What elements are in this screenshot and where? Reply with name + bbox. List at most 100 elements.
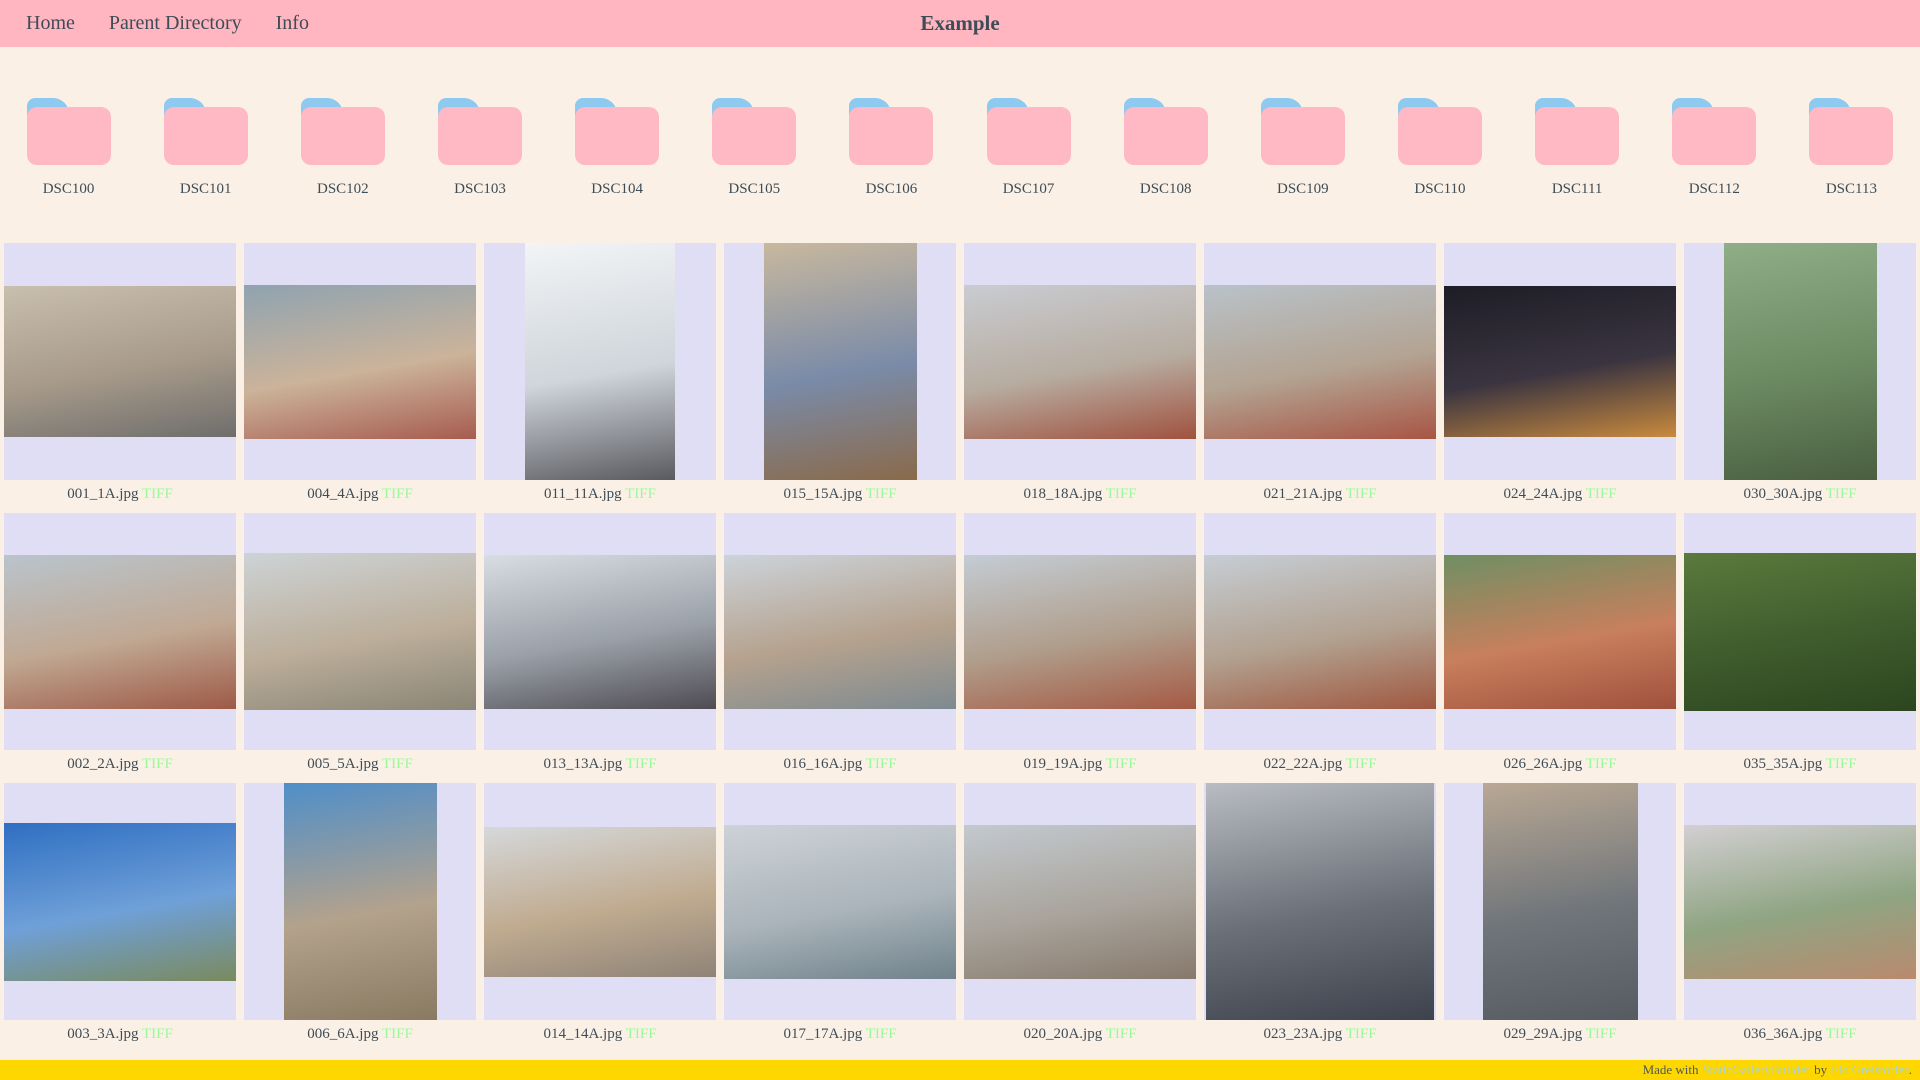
page: { "nav": { "links": [ { "label": "Home" …	[0, 0, 1920, 1080]
folder-item[interactable]: DSC110	[1371, 98, 1508, 198]
thumbnail-cell: 036_36A.jpg TIFF	[1684, 783, 1916, 1046]
thumbnail-link[interactable]	[1483, 783, 1638, 1020]
format-link[interactable]: TIFF	[1106, 756, 1137, 772]
thumbnail-link[interactable]	[1204, 555, 1436, 709]
format-link[interactable]: TIFF	[1346, 486, 1377, 502]
thumbnail-frame	[964, 783, 1196, 1020]
nav-link-home[interactable]: Home	[26, 12, 75, 35]
folder-item[interactable]: DSC103	[411, 98, 548, 198]
format-link[interactable]: TIFF	[866, 1026, 897, 1042]
nav-link-info[interactable]: Info	[276, 12, 309, 35]
thumbnail-link[interactable]	[964, 285, 1196, 439]
folder-body-shape	[1535, 107, 1619, 165]
footer-author-link[interactable]: Flo Greistorfer	[1831, 1062, 1909, 1078]
folder-label: DSC104	[591, 181, 643, 198]
folder-icon	[1671, 98, 1757, 165]
thumbnail-link[interactable]	[1444, 555, 1676, 709]
folder-body-shape	[1398, 107, 1482, 165]
format-link[interactable]: TIFF	[382, 486, 413, 502]
thumbnail-frame	[4, 783, 236, 1020]
thumbnail-link[interactable]	[284, 783, 437, 1020]
footer-tool-link[interactable]: StaticGalleryBuilder	[1703, 1062, 1811, 1078]
folder-item[interactable]: DSC111	[1509, 98, 1646, 198]
folder-item[interactable]: DSC106	[823, 98, 960, 198]
folder-icon	[1397, 98, 1483, 165]
folder-item[interactable]: DSC112	[1646, 98, 1783, 198]
format-link[interactable]: TIFF	[142, 486, 173, 502]
thumbnail-link[interactable]	[1724, 243, 1877, 480]
thumbnail-link[interactable]	[724, 825, 956, 979]
folder-item[interactable]: DSC107	[960, 98, 1097, 198]
thumbnail-filename: 035_35A.jpg	[1743, 756, 1822, 772]
folder-label: DSC105	[728, 181, 780, 198]
format-link[interactable]: TIFF	[1586, 486, 1617, 502]
thumbnail-link[interactable]	[484, 555, 716, 709]
thumbnail-cell: 020_20A.jpg TIFF	[964, 783, 1196, 1046]
thumbnail-link[interactable]	[4, 823, 236, 981]
thumbnail-link[interactable]	[244, 553, 476, 710]
format-link[interactable]: TIFF	[626, 756, 657, 772]
thumbnail-filename: 014_14A.jpg	[543, 1026, 622, 1042]
folder-item[interactable]: DSC104	[549, 98, 686, 198]
format-link[interactable]: TIFF	[1586, 756, 1617, 772]
thumbnail-caption: 020_20A.jpg TIFF	[964, 1026, 1196, 1046]
folder-item[interactable]: DSC105	[686, 98, 823, 198]
thumbnail-link[interactable]	[724, 555, 956, 709]
thumbnail-cell: 017_17A.jpg TIFF	[724, 783, 956, 1046]
thumbnail-image	[284, 783, 437, 1020]
format-link[interactable]: TIFF	[1106, 486, 1137, 502]
thumbnail-link[interactable]	[964, 555, 1196, 709]
thumbnail-filename: 004_4A.jpg	[307, 486, 378, 502]
thumbnail-image	[484, 555, 716, 709]
thumbnail-caption: 026_26A.jpg TIFF	[1444, 756, 1676, 776]
thumbnail-image	[764, 243, 917, 480]
format-link[interactable]: TIFF	[1826, 1026, 1857, 1042]
format-link[interactable]: TIFF	[1346, 756, 1377, 772]
format-link[interactable]: TIFF	[1346, 1026, 1377, 1042]
thumbnail-filename: 021_21A.jpg	[1263, 486, 1342, 502]
folder-icon	[848, 98, 934, 165]
thumbnail-link[interactable]	[4, 286, 236, 437]
format-link[interactable]: TIFF	[866, 756, 897, 772]
thumbnail-link[interactable]	[1684, 553, 1916, 711]
folder-icon	[711, 98, 797, 165]
folder-item[interactable]: DSC101	[137, 98, 274, 198]
thumbnail-link[interactable]	[764, 243, 917, 480]
thumbnail-link[interactable]	[1204, 285, 1436, 439]
format-link[interactable]: TIFF	[382, 1026, 413, 1042]
format-link[interactable]: TIFF	[382, 756, 413, 772]
thumbnail-link[interactable]	[1444, 286, 1676, 437]
format-link[interactable]: TIFF	[626, 1026, 657, 1042]
format-link[interactable]: TIFF	[142, 756, 173, 772]
format-link[interactable]: TIFF	[1826, 486, 1857, 502]
thumbnail-link[interactable]	[525, 243, 675, 480]
thumbnail-link[interactable]	[1684, 825, 1916, 979]
format-link[interactable]: TIFF	[1586, 1026, 1617, 1042]
page-title: Example	[920, 11, 999, 36]
folder-item[interactable]: DSC113	[1783, 98, 1920, 198]
folder-item[interactable]: DSC109	[1234, 98, 1371, 198]
format-link[interactable]: TIFF	[1826, 756, 1857, 772]
thumbnail-caption: 021_21A.jpg TIFF	[1204, 486, 1436, 506]
folder-item[interactable]: DSC108	[1097, 98, 1234, 198]
format-link[interactable]: TIFF	[1106, 1026, 1137, 1042]
thumbnail-frame	[1204, 513, 1436, 750]
thumbnail-link[interactable]	[244, 285, 476, 439]
folder-body-shape	[1672, 107, 1756, 165]
thumbnail-image	[724, 555, 956, 709]
format-link[interactable]: TIFF	[142, 1026, 173, 1042]
thumbnail-link[interactable]	[484, 827, 716, 977]
thumbnail-link[interactable]	[4, 555, 236, 709]
folder-item[interactable]: DSC102	[274, 98, 411, 198]
thumbnail-image	[1483, 783, 1638, 1020]
format-link[interactable]: TIFF	[866, 486, 897, 502]
nav-link-parent-directory[interactable]: Parent Directory	[109, 12, 242, 35]
thumbnail-image	[1724, 243, 1877, 480]
thumbnail-link[interactable]	[964, 825, 1196, 979]
folder-item[interactable]: DSC100	[0, 98, 137, 198]
thumbnail-link[interactable]	[1206, 783, 1434, 1020]
thumbnail-filename: 006_6A.jpg	[307, 1026, 378, 1042]
format-link[interactable]: TIFF	[625, 486, 656, 502]
thumbnail-caption: 017_17A.jpg TIFF	[724, 1026, 956, 1046]
gallery-row: 002_2A.jpg TIFF 005_5A.jpg TIFF 013_13A.…	[4, 513, 1916, 776]
